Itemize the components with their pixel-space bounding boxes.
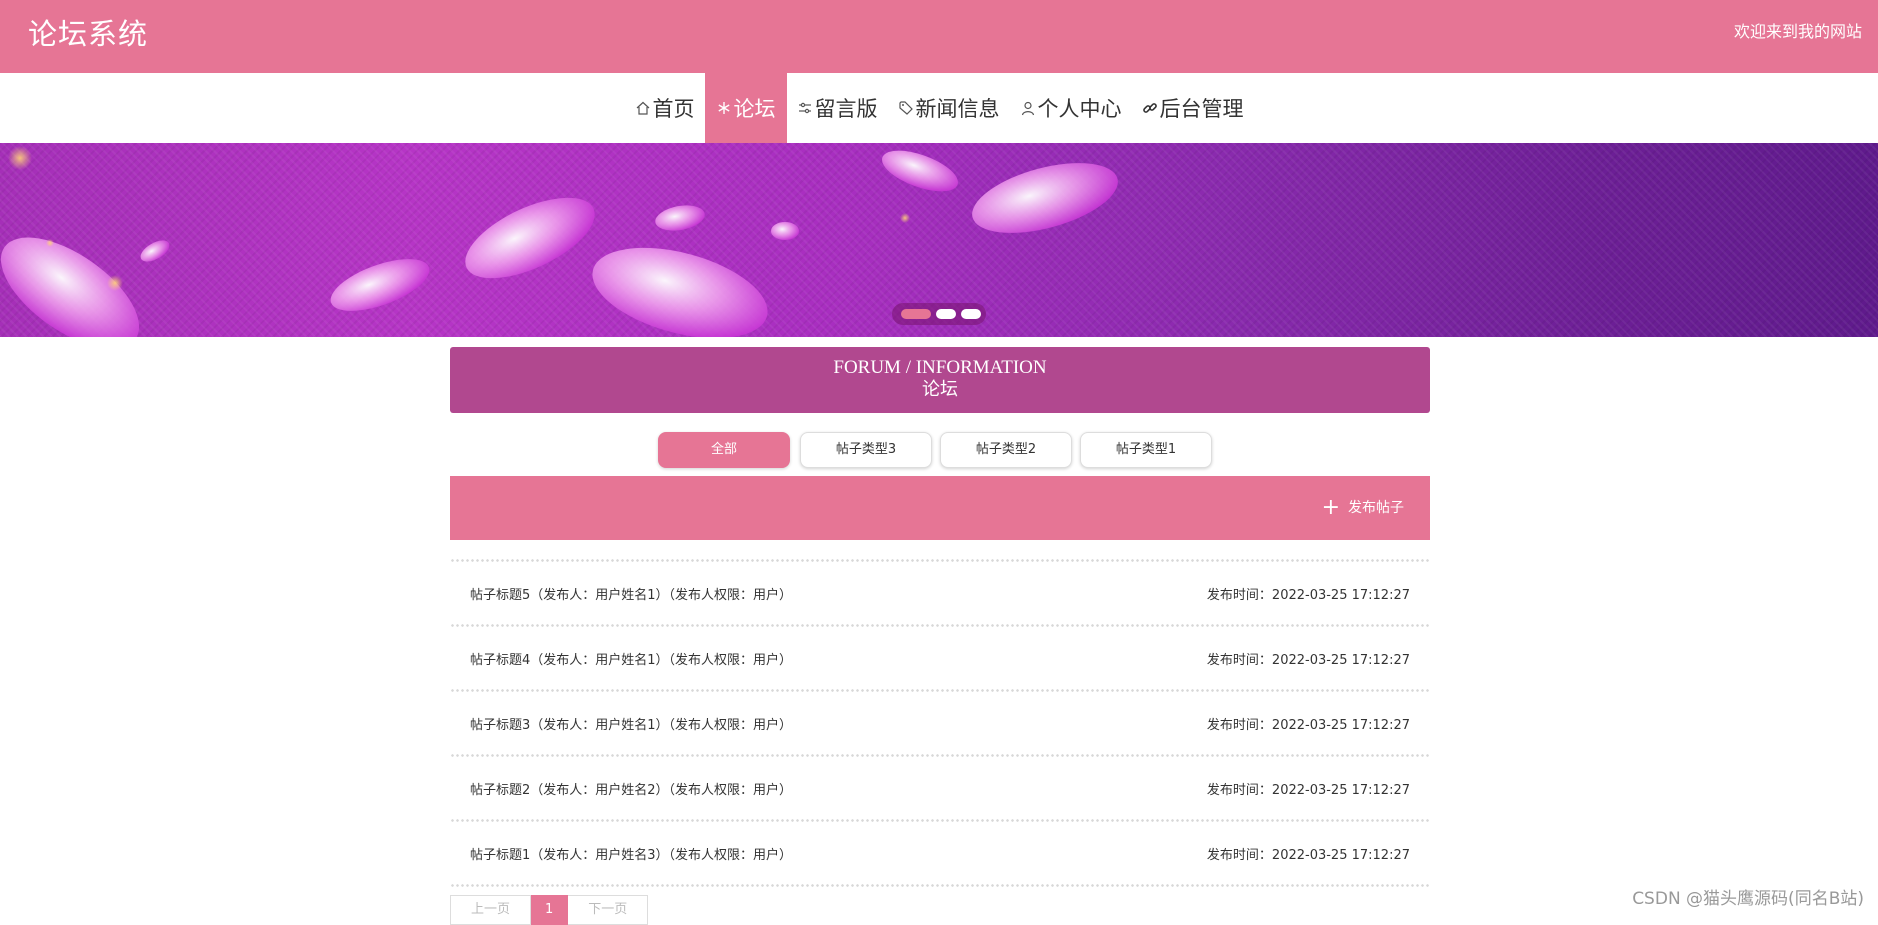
welcome-text: 欢迎来到我的网站 xyxy=(1733,22,1862,41)
nav-item-label: 论坛 xyxy=(733,97,776,121)
carousel-dot[interactable] xyxy=(901,309,931,319)
post-row[interactable]: 帖子标题3（发布人：用户姓名1）（发布人权限：用户） 发布时间：2022-03-… xyxy=(450,693,1430,753)
pagination: 上一页 1 下一页 xyxy=(450,895,649,925)
post-row[interactable]: 帖子标题1（发布人：用户姓名3）（发布人权限：用户） 发布时间：2022-03-… xyxy=(450,823,1430,883)
page-number-button[interactable]: 1 xyxy=(531,895,569,925)
action-bar: + 发布帖子 xyxy=(450,476,1430,540)
hero-banner xyxy=(0,143,1878,337)
post-title[interactable]: 帖子标题2（发布人：用户姓名2）（发布人权限：用户） xyxy=(470,779,792,798)
section-header: FORUM / INFORMATION 论坛 xyxy=(450,347,1430,413)
plus-icon: + xyxy=(1321,495,1340,520)
tag-icon xyxy=(898,101,913,115)
post-title[interactable]: 帖子标题3（发布人：用户姓名1）（发布人权限：用户） xyxy=(470,714,792,733)
publish-post-button[interactable]: + 发布帖子 xyxy=(1322,496,1404,520)
home-icon xyxy=(636,101,649,115)
post-title[interactable]: 帖子标题1（发布人：用户姓名3）（发布人权限：用户） xyxy=(470,844,792,863)
post-title[interactable]: 帖子标题4（发布人：用户姓名1）（发布人权限：用户） xyxy=(470,649,792,668)
main-nav: 首页 论坛 留言版 新闻信息 个人中心 后台管理 xyxy=(0,73,1878,143)
section-title-en: FORUM / INFORMATION xyxy=(833,357,1047,378)
dotted-divider xyxy=(450,883,1430,888)
post-time: 发布时间：2022-03-25 17:12:27 xyxy=(1206,652,1410,668)
watermark: CSDN @猫头鹰源码(同名B站) xyxy=(1632,889,1864,909)
sliders-icon xyxy=(798,102,811,114)
post-time: 发布时间：2022-03-25 17:12:27 xyxy=(1206,847,1410,863)
nav-item-admin[interactable]: 后台管理 xyxy=(1132,73,1254,143)
filter-type3-button[interactable]: 帖子类型3 xyxy=(800,432,932,468)
top-header: 论坛系统 欢迎来到我的网站 xyxy=(0,0,1878,73)
carousel-indicators xyxy=(892,303,986,325)
filter-type2-button[interactable]: 帖子类型2 xyxy=(940,432,1072,468)
nav-item-label: 个人中心 xyxy=(1037,97,1122,121)
post-row[interactable]: 帖子标题2（发布人：用户姓名2）（发布人权限：用户） 发布时间：2022-03-… xyxy=(450,758,1430,818)
category-filters: 全部 帖子类型3 帖子类型2 帖子类型1 xyxy=(0,432,1878,468)
nav-item-label: 新闻信息 xyxy=(915,97,1000,121)
nav-item-forum[interactable]: 论坛 xyxy=(704,73,787,143)
nav-item-label: 首页 xyxy=(652,97,695,121)
nav-item-home[interactable]: 首页 xyxy=(625,73,705,143)
nav-item-news[interactable]: 新闻信息 xyxy=(888,73,1010,143)
next-page-button[interactable]: 下一页 xyxy=(568,895,649,925)
post-row[interactable]: 帖子标题4（发布人：用户姓名1）（发布人权限：用户） 发布时间：2022-03-… xyxy=(450,628,1430,688)
post-time: 发布时间：2022-03-25 17:12:27 xyxy=(1206,782,1410,798)
link-icon xyxy=(1142,103,1157,113)
carousel-dot[interactable] xyxy=(936,309,956,319)
nav-item-label: 后台管理 xyxy=(1159,97,1244,121)
post-time: 发布时间：2022-03-25 17:12:27 xyxy=(1206,587,1410,603)
filter-type1-button[interactable]: 帖子类型1 xyxy=(1080,432,1212,468)
snowflake-icon xyxy=(717,102,730,114)
prev-page-button[interactable]: 上一页 xyxy=(450,895,532,925)
user-icon xyxy=(1021,101,1034,116)
nav-item-profile[interactable]: 个人中心 xyxy=(1010,73,1132,143)
filter-all-button[interactable]: 全部 xyxy=(658,432,790,468)
section-title-zh: 论坛 xyxy=(922,379,958,400)
post-list: 帖子标题5（发布人：用户姓名1）（发布人权限：用户） 发布时间：2022-03-… xyxy=(450,558,1430,888)
post-row[interactable]: 帖子标题5（发布人：用户姓名1）（发布人权限：用户） 发布时间：2022-03-… xyxy=(450,563,1430,623)
post-time: 发布时间：2022-03-25 17:12:27 xyxy=(1206,717,1410,733)
nav-item-guestbook[interactable]: 留言版 xyxy=(787,73,888,143)
site-title: 论坛系统 xyxy=(28,17,149,51)
publish-post-label: 发布帖子 xyxy=(1348,500,1404,516)
carousel-dot[interactable] xyxy=(961,309,981,319)
nav-item-label: 留言版 xyxy=(814,97,878,121)
post-title[interactable]: 帖子标题5（发布人：用户姓名1）（发布人权限：用户） xyxy=(470,584,792,603)
